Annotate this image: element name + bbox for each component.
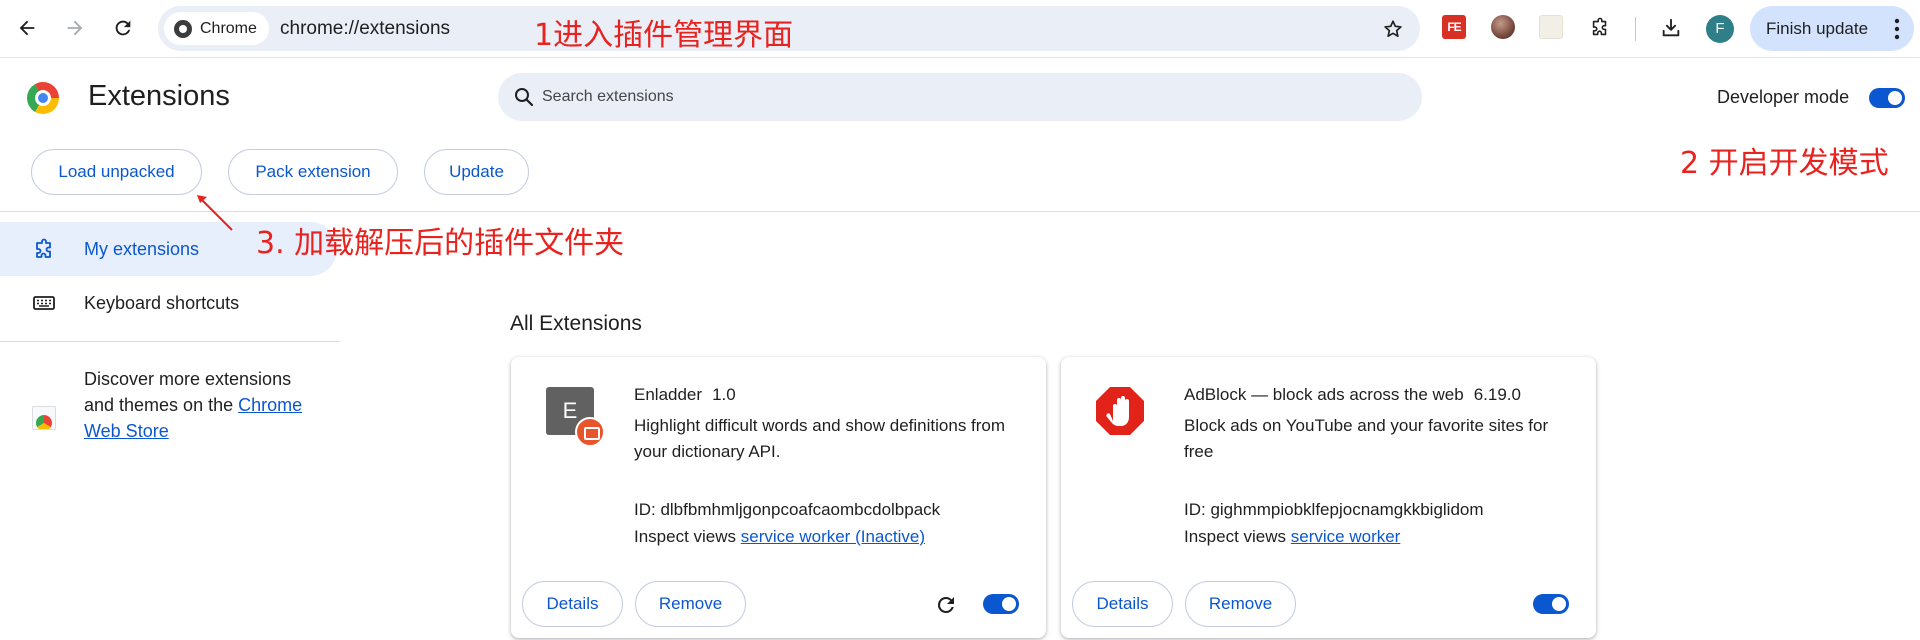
sidebar-item-label: Keyboard shortcuts	[84, 292, 240, 313]
extension-name: Enladder 1.0	[634, 385, 736, 405]
extension-version: 6.19.0	[1473, 385, 1521, 404]
extension-title: Enladder	[634, 385, 703, 404]
search-box[interactable]	[498, 73, 1422, 121]
adblock-stop-hand-icon	[1096, 387, 1144, 435]
reload-button[interactable]	[105, 10, 141, 46]
extension-id: ID: gighmmpiobklfepjocnamgkkbiglidom	[1184, 500, 1484, 520]
developer-mode-label: Developer mode	[1717, 87, 1850, 107]
extension-description: Block ads on YouTube and your favorite s…	[1184, 416, 1549, 461]
extension-name: AdBlock — block ads across the web 6.19.0	[1184, 385, 1521, 405]
inspect-views: Inspect views service worker	[1184, 527, 1400, 547]
finish-update-button[interactable]: Finish update	[1750, 6, 1914, 51]
service-worker-link[interactable]: service worker (Inactive)	[741, 527, 925, 546]
download-icon	[1662, 18, 1680, 37]
reload-extension-icon[interactable]	[934, 593, 958, 617]
remove-button[interactable]: Remove	[635, 581, 746, 627]
annotation-step1: 1进入插件管理界面	[534, 18, 794, 53]
pack-extension-button[interactable]: Pack extension	[228, 149, 398, 195]
extension-puzzle-icon	[36, 238, 51, 258]
discover-text: Discover more extensions and themes on t…	[84, 366, 314, 444]
reload-icon	[115, 20, 131, 36]
load-unpacked-button[interactable]: Load unpacked	[31, 149, 202, 195]
extension-title: AdBlock — block ads across the web	[1184, 385, 1464, 404]
extension-card-adblock: AdBlock — block ads across the web 6.19.0…	[1061, 357, 1596, 638]
search-icon	[515, 88, 534, 107]
chrome-logo-icon	[27, 82, 59, 114]
extension-id-value: gighmmpiobklfepjocnamgkkbiglidom	[1210, 500, 1484, 519]
annotation-step2: 2 开启开发模式	[1680, 146, 1889, 181]
update-button[interactable]: Update	[424, 149, 529, 195]
back-button[interactable]	[9, 10, 45, 46]
remove-button[interactable]: Remove	[1185, 581, 1296, 627]
pale-extension-icon[interactable]	[1539, 15, 1563, 39]
section-title: All Extensions	[510, 312, 642, 335]
puzzle-icon	[1592, 17, 1607, 36]
search-input[interactable]	[542, 73, 1402, 121]
sidebar-divider	[0, 341, 340, 342]
service-worker-link[interactable]: service worker	[1291, 527, 1401, 546]
extension-description: Highlight difficult words and show defin…	[634, 416, 1006, 461]
details-button[interactable]: Details	[1072, 581, 1173, 627]
extensions-menu-button[interactable]	[1582, 10, 1618, 46]
kebab-menu-icon	[1894, 18, 1900, 40]
arrow-left-icon	[19, 20, 35, 36]
annotation-arrow-icon	[197, 195, 233, 231]
toolbar-separator	[1635, 17, 1636, 41]
bookmark-star-button[interactable]	[1378, 14, 1408, 44]
keyboard-icon	[33, 296, 55, 310]
extension-id-label: ID:	[1184, 500, 1211, 519]
extension-enable-toggle[interactable]	[1533, 594, 1569, 614]
camera-badge-icon	[575, 417, 605, 447]
header-divider	[0, 211, 1920, 212]
extension-version: 1.0	[712, 385, 736, 404]
annotation-step3: 3. 加载解压后的插件文件夹	[256, 226, 625, 261]
downloads-button[interactable]	[1653, 10, 1689, 46]
star-icon	[1384, 20, 1402, 37]
inspect-views: Inspect views service worker (Inactive)	[634, 527, 925, 547]
extension-card-enladder: E Enladder 1.0 Highlight difficult words …	[511, 357, 1046, 638]
arrow-right-icon	[67, 20, 83, 36]
inspect-views-label: Inspect views	[1184, 527, 1291, 546]
forward-button[interactable]	[57, 10, 93, 46]
brown-extension-icon[interactable]	[1491, 15, 1515, 39]
extension-id-label: ID:	[634, 500, 661, 519]
web-store-icon	[32, 406, 56, 430]
profile-avatar[interactable]: F	[1706, 15, 1734, 43]
inspect-views-label: Inspect views	[634, 527, 741, 546]
fe-extension-icon[interactable]: FE	[1442, 15, 1466, 39]
chrome-logo-icon	[174, 19, 192, 38]
extension-id-value: dlbfbmhmljgonpcoafcaombcdolbpack	[660, 500, 941, 519]
finish-update-label: Finish update	[1766, 18, 1869, 38]
url-text[interactable]: chrome://extensions	[280, 6, 450, 51]
site-chip-label: Chrome	[200, 19, 257, 37]
developer-mode-toggle[interactable]	[1869, 88, 1905, 108]
page-title: Extensions	[88, 80, 230, 112]
sidebar-item-keyboard-shortcuts[interactable]: Keyboard shortcuts	[0, 276, 337, 330]
extension-id: ID: dlbfbmhmljgonpcoafcaombcdolbpack	[634, 500, 940, 520]
site-chip[interactable]: Chrome	[164, 12, 269, 45]
extension-enable-toggle[interactable]	[983, 594, 1019, 614]
details-button[interactable]: Details	[522, 581, 623, 627]
browser-toolbar: Chrome chrome://extensions FE F Finish u…	[0, 0, 1920, 58]
sidebar-item-label: My extensions	[84, 238, 200, 259]
